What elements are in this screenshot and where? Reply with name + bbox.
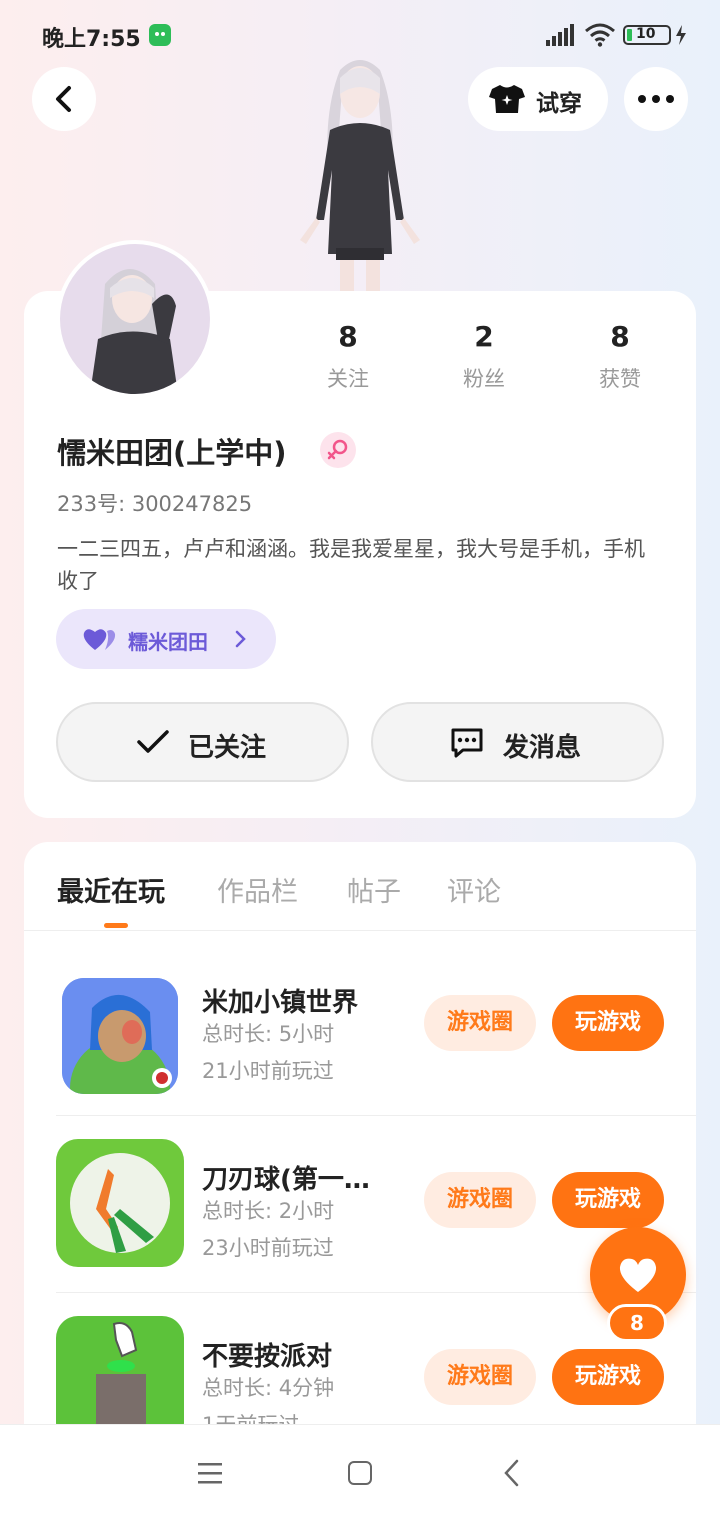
likes-count: 8 bbox=[610, 320, 630, 353]
user-bio: 一二三四五，卢卢和涵涵。我是我爱星星，我大号是手机，手机收了 bbox=[57, 537, 645, 593]
likes-label: 获赞 bbox=[599, 367, 641, 391]
double-heart-icon bbox=[83, 629, 116, 650]
game-circle-button[interactable]: 游戏圈 bbox=[424, 1172, 536, 1228]
stat-likes[interactable]: 8 获赞 bbox=[560, 320, 680, 393]
game-last-played: 21小时前玩过 bbox=[202, 1059, 334, 1083]
game-duration: 总时长: 2小时 bbox=[202, 1199, 335, 1223]
game-duration: 总时长: 4分钟 bbox=[202, 1376, 335, 1400]
chevron-right-icon bbox=[235, 630, 246, 648]
female-gender-icon bbox=[320, 432, 356, 468]
tab-posts[interactable]: 帖子 bbox=[347, 870, 401, 909]
battery-icon: 10 bbox=[623, 25, 671, 45]
stat-followers[interactable]: 2 粉丝 bbox=[424, 320, 544, 393]
group-tag-label: 糯米团田 bbox=[128, 630, 208, 654]
battery-level: 10 bbox=[636, 26, 656, 42]
followers-label: 粉丝 bbox=[463, 367, 505, 391]
tab-comments[interactable]: 评论 bbox=[447, 870, 501, 909]
heart-icon bbox=[619, 1258, 657, 1292]
user-id: 233号: 300247825 bbox=[57, 492, 253, 516]
following-label: 关注 bbox=[327, 367, 369, 391]
try-on-label: 试穿 bbox=[536, 91, 582, 117]
app-notification-icon bbox=[149, 24, 171, 46]
game-title: 米加小镇世界 bbox=[202, 988, 359, 1018]
game-duration: 总时长: 5小时 bbox=[202, 1022, 335, 1046]
character-avatar-figure bbox=[300, 60, 420, 292]
tshirt-icon bbox=[489, 85, 525, 113]
signal-icon bbox=[546, 24, 574, 46]
play-game-button[interactable]: 玩游戏 bbox=[552, 1172, 664, 1228]
check-icon bbox=[137, 730, 169, 753]
game-row[interactable]: 米加小镇世界 总时长: 5小时 21小时前玩过 游戏圈 玩游戏 bbox=[56, 940, 696, 1116]
try-on-button[interactable]: 试穿 bbox=[468, 67, 608, 131]
like-count-badge: 8 bbox=[607, 1304, 667, 1342]
game-last-played: 1天前玩过 bbox=[202, 1409, 299, 1424]
following-count: 8 bbox=[338, 320, 358, 353]
avatar[interactable] bbox=[56, 240, 214, 398]
home-icon[interactable] bbox=[348, 1461, 372, 1485]
system-nav-bar bbox=[0, 1424, 720, 1520]
tab-indicator bbox=[104, 923, 128, 928]
game-icon-miga-town[interactable] bbox=[62, 978, 178, 1094]
status-time: 晚上7:55 bbox=[42, 27, 141, 52]
tab-divider bbox=[24, 930, 696, 931]
send-message-button[interactable]: 发消息 bbox=[371, 702, 664, 782]
nav-back-icon[interactable] bbox=[502, 1459, 520, 1487]
menu-icon[interactable] bbox=[198, 1463, 224, 1485]
charging-icon bbox=[676, 25, 686, 45]
game-icon-blade-ball[interactable] bbox=[56, 1139, 184, 1267]
play-game-button[interactable]: 玩游戏 bbox=[552, 995, 664, 1051]
more-options-button[interactable] bbox=[624, 67, 688, 131]
chevron-left-icon bbox=[56, 86, 71, 112]
username: 懦米田团(上学中) bbox=[57, 436, 287, 470]
tab-works[interactable]: 作品栏 bbox=[217, 870, 298, 909]
tab-recently-played[interactable]: 最近在玩 bbox=[57, 870, 165, 909]
stat-following[interactable]: 8 关注 bbox=[288, 320, 408, 393]
following-button[interactable]: 已关注 bbox=[56, 702, 349, 782]
message-bubble-icon bbox=[451, 728, 483, 758]
following-button-label: 已关注 bbox=[188, 733, 267, 763]
game-title: 刀刃球(第一… bbox=[202, 1165, 370, 1195]
game-circle-button[interactable]: 游戏圈 bbox=[424, 995, 536, 1051]
game-row[interactable]: 不要按派对 总时长: 4分钟 1天前玩过 游戏圈 玩游戏 bbox=[56, 1294, 696, 1424]
game-title: 不要按派对 bbox=[202, 1342, 333, 1372]
send-message-label: 发消息 bbox=[503, 733, 582, 763]
avatar-image bbox=[90, 269, 178, 394]
game-circle-button[interactable]: 游戏圈 bbox=[424, 1349, 536, 1405]
wifi-icon bbox=[585, 23, 615, 47]
play-game-button[interactable]: 玩游戏 bbox=[552, 1349, 664, 1405]
followers-count: 2 bbox=[474, 320, 494, 353]
back-button[interactable] bbox=[32, 67, 96, 131]
group-tag-button[interactable]: 糯米团田 bbox=[56, 609, 276, 669]
game-last-played: 23小时前玩过 bbox=[202, 1236, 334, 1260]
game-icon-dont-press-party[interactable] bbox=[56, 1316, 184, 1424]
